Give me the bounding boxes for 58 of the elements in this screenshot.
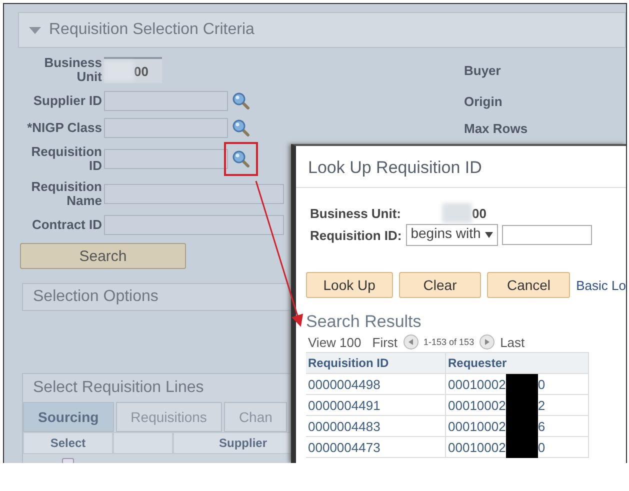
- search-icon[interactable]: [232, 150, 250, 168]
- table-cell[interactable]: 6: [538, 418, 546, 434]
- next-icon[interactable]: [479, 334, 496, 350]
- operator-dropdown[interactable]: begins with: [406, 224, 498, 246]
- input-field[interactable]: [104, 184, 284, 204]
- table-cell[interactable]: 00010002: [448, 440, 506, 454]
- input-field[interactable]: [104, 149, 228, 169]
- table-cell[interactable]: 2: [538, 398, 546, 412]
- input-field[interactable]: [502, 225, 592, 245]
- column-header[interactable]: Requisition ID: [306, 353, 446, 373]
- field-label: Max Rows: [464, 120, 528, 136]
- search-icon[interactable]: [232, 92, 250, 110]
- business-unit-value: 00: [442, 203, 486, 223]
- first-link[interactable]: First: [372, 334, 398, 350]
- section-title: Requisition Selection Criteria: [49, 21, 254, 39]
- field-label: Business Unit: [43, 56, 103, 84]
- results-title: Search Results: [305, 311, 422, 332]
- field-label: Requisition ID: [30, 145, 103, 173]
- field-label: Buyer: [464, 62, 501, 78]
- input-field[interactable]: [104, 91, 228, 111]
- input-field[interactable]: [104, 118, 228, 138]
- caret-icon: [484, 232, 493, 238]
- column-header[interactable]: Requester: [446, 353, 589, 373]
- view-all-link[interactable]: View 100: [308, 334, 362, 350]
- table-cell[interactable]: 0: [538, 440, 546, 454]
- table-cell[interactable]: 0000004483: [306, 416, 446, 436]
- previous-icon[interactable]: [402, 334, 419, 350]
- column-header: Select: [23, 432, 113, 454]
- last-link[interactable]: Last: [500, 334, 525, 350]
- field-label: Supplier ID: [32, 94, 103, 108]
- dialog-button[interactable]: Clear: [398, 272, 482, 298]
- dialog-button[interactable]: Look Up: [306, 272, 393, 298]
- basic-lookup-link[interactable]: Basic Lo: [576, 278, 626, 292]
- table-cell[interactable]: 0: [538, 376, 546, 392]
- table-cell[interactable]: 0000004491: [306, 395, 446, 415]
- redaction-block: [506, 374, 538, 394]
- search-icon[interactable]: [232, 119, 250, 137]
- collapse-icon[interactable]: [29, 26, 41, 34]
- table-cell[interactable]: 00010002: [448, 418, 506, 434]
- field-label: Origin: [464, 94, 502, 108]
- row-range: 1-153 of 153: [424, 337, 474, 347]
- input-field[interactable]: [104, 215, 284, 235]
- field-label: Business Unit:: [310, 206, 402, 220]
- redaction-block: [506, 436, 538, 458]
- field-label: *NIGP Class: [26, 121, 103, 135]
- table-cell[interactable]: 00010002: [448, 398, 506, 412]
- dialog-title: Look Up Requisition ID: [296, 146, 626, 188]
- panel-title: Select Requisition Lines: [32, 378, 205, 398]
- table-cell[interactable]: 00010002: [448, 376, 506, 392]
- table-cell[interactable]: 0000004473: [306, 437, 446, 457]
- table-cell[interactable]: 0000004498: [306, 374, 446, 394]
- search-button[interactable]: Search: [20, 243, 186, 269]
- business-unit-value: 00: [104, 57, 162, 83]
- field-label: Requisition ID:: [310, 228, 403, 242]
- column-header: [113, 432, 173, 454]
- field-label: Contract ID: [30, 218, 103, 232]
- dialog-button[interactable]: Cancel: [487, 272, 570, 298]
- field-label: Requisition Name: [30, 180, 103, 208]
